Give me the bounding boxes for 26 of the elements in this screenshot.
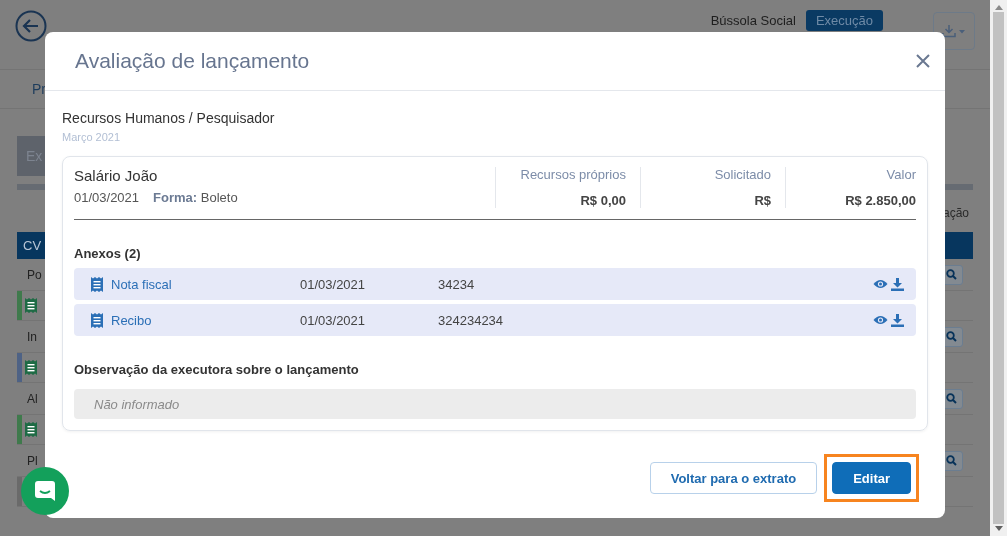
attachments-title: Anexos (2): [74, 246, 142, 261]
note-field: Não informado: [74, 389, 916, 419]
entry-name: Salário João: [74, 167, 159, 184]
modal-title: Avaliação de lançamento: [75, 49, 310, 73]
entry-date: 01/03/2021: [74, 190, 140, 205]
category-path: Recursos Humanos / Pesquisador: [62, 110, 276, 126]
attachment-date: 01/03/2021: [300, 276, 367, 292]
amount-label: Solicitado: [714, 167, 771, 182]
amount-label: Valor: [886, 167, 916, 182]
amount-label: Recursos próprios: [520, 167, 626, 182]
brand-label: Bússola Social: [710, 13, 796, 28]
table-cell: Pl: [27, 453, 38, 468]
amount-value: R$: [754, 193, 771, 208]
table-cell: Po: [27, 267, 42, 282]
attachment-date: 01/03/2021: [300, 312, 367, 328]
attachment-number: 324234234: [438, 312, 505, 328]
note-title: Observação da executora sobre o lançamento: [74, 362, 360, 377]
table-cell: Al: [27, 391, 38, 406]
table-cell: In: [27, 329, 37, 344]
column-header: CV: [23, 238, 42, 253]
amount-value: R$ 2.850,00: [845, 193, 916, 208]
month-label: Março 2021: [62, 131, 122, 143]
status-badge: Execução: [805, 10, 883, 31]
attachment-number: 34234: [438, 276, 476, 292]
payment-method: Forma: Boleto: [153, 190, 238, 205]
amount-value: R$ 0,00: [580, 193, 626, 208]
